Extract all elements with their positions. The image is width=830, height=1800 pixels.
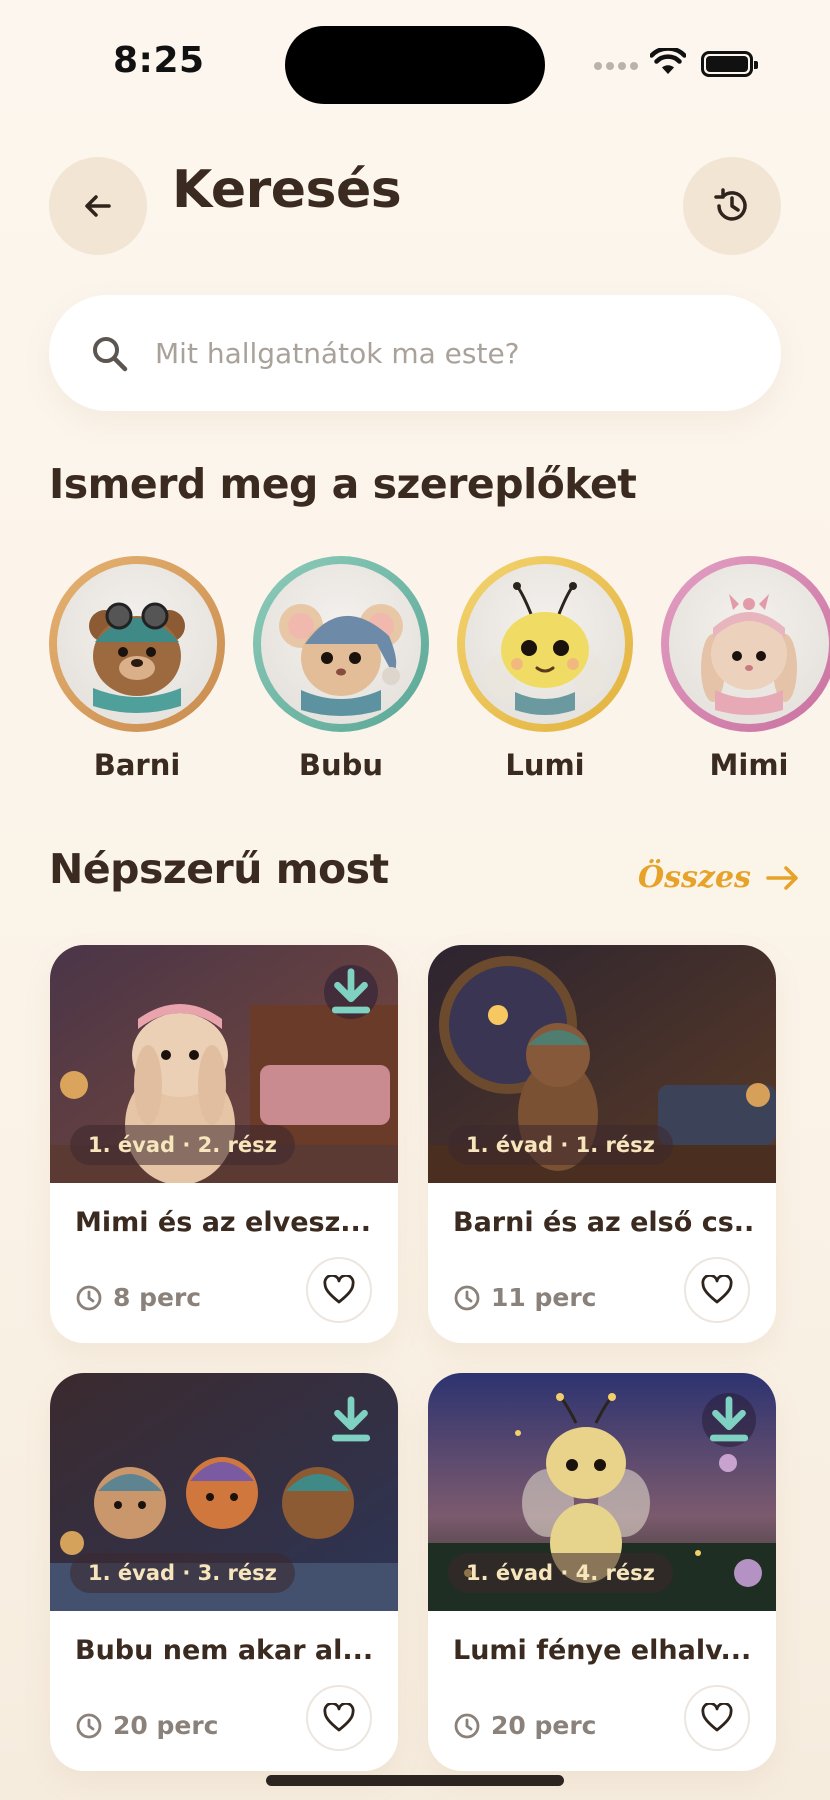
search-input[interactable] bbox=[155, 330, 715, 376]
story-duration: 11 perc bbox=[453, 1283, 597, 1312]
story-title: Mimi és az elvesz... bbox=[75, 1207, 372, 1238]
duration-label: 11 perc bbox=[491, 1283, 597, 1312]
duration-label: 20 perc bbox=[491, 1711, 597, 1740]
favorite-button[interactable] bbox=[306, 1685, 372, 1751]
character-name: Barni bbox=[93, 748, 181, 782]
episode-badge: 1. évad · 3. rész bbox=[70, 1553, 295, 1593]
download-icon bbox=[331, 968, 371, 1014]
favorite-button[interactable] bbox=[684, 1257, 750, 1323]
arrow-left-icon bbox=[85, 195, 111, 217]
search-screen: 8:25 Keresés Ismerd meg a szereplőket bbox=[0, 0, 830, 1800]
character-mimi[interactable]: Mimi bbox=[661, 556, 830, 782]
status-time: 8:25 bbox=[113, 40, 205, 81]
characters-section-title: Ismerd meg a szereplőket bbox=[49, 460, 637, 508]
cellular-signal-icon bbox=[594, 62, 638, 72]
episode-badge: 1. évad · 1. rész bbox=[448, 1125, 673, 1165]
character-name: Mimi bbox=[709, 748, 789, 782]
back-button[interactable] bbox=[49, 157, 147, 255]
dynamic-island bbox=[285, 26, 545, 104]
battery-icon bbox=[701, 51, 758, 77]
story-duration: 20 perc bbox=[75, 1711, 219, 1740]
heart-icon bbox=[323, 1275, 355, 1304]
avatar-ring bbox=[253, 556, 429, 732]
barni-avatar bbox=[57, 564, 217, 724]
character-name: Lumi bbox=[505, 748, 585, 782]
avatar-ring bbox=[49, 556, 225, 732]
wifi-icon bbox=[650, 48, 686, 74]
character-barni[interactable]: Barni bbox=[49, 556, 225, 782]
avatar-ring bbox=[457, 556, 633, 732]
story-card[interactable]: 1. évad · 1. rész Barni és az első cs...… bbox=[428, 945, 776, 1343]
story-card[interactable]: 1. évad · 4. rész Lumi fénye elhalv... 2… bbox=[428, 1373, 776, 1771]
home-indicator[interactable] bbox=[266, 1775, 564, 1786]
duration-label: 20 perc bbox=[113, 1711, 219, 1740]
clock-icon bbox=[454, 1713, 480, 1738]
story-duration: 20 perc bbox=[453, 1711, 597, 1740]
see-all-label: Összes bbox=[638, 860, 751, 895]
download-icon bbox=[331, 1396, 371, 1442]
favorite-button[interactable] bbox=[684, 1685, 750, 1751]
mimi-avatar bbox=[669, 564, 829, 724]
download-button[interactable] bbox=[702, 1393, 756, 1447]
see-all-link[interactable]: Összes bbox=[638, 860, 801, 895]
character-name: Bubu bbox=[298, 748, 384, 782]
clock-icon bbox=[76, 1285, 102, 1310]
duration-label: 8 perc bbox=[113, 1283, 202, 1312]
clock-icon bbox=[454, 1285, 480, 1310]
character-bubu[interactable]: Bubu bbox=[253, 556, 429, 782]
story-thumbnail: 1. évad · 2. rész bbox=[50, 945, 398, 1183]
clock-icon bbox=[76, 1713, 102, 1738]
favorite-button[interactable] bbox=[306, 1257, 372, 1323]
lumi-avatar bbox=[465, 564, 625, 724]
story-thumbnail: 1. évad · 4. rész bbox=[428, 1373, 776, 1611]
bubu-avatar bbox=[261, 564, 421, 724]
story-duration: 8 perc bbox=[75, 1283, 201, 1312]
episode-badge: 1. évad · 2. rész bbox=[70, 1125, 295, 1165]
story-card[interactable]: 1. évad · 2. rész Mimi és az elvesz... 8… bbox=[50, 945, 398, 1343]
page-title: Keresés bbox=[172, 160, 402, 220]
story-thumbnail: 1. évad · 1. rész bbox=[428, 945, 776, 1183]
story-title: Lumi fénye elhalv... bbox=[453, 1635, 752, 1666]
heart-icon bbox=[701, 1275, 733, 1304]
story-title: Barni és az első cs... bbox=[453, 1207, 753, 1238]
download-icon bbox=[709, 1396, 749, 1442]
status-bar: 8:25 bbox=[0, 0, 830, 120]
download-button[interactable] bbox=[324, 1393, 378, 1447]
story-card[interactable]: 1. évad · 3. rész Bubu nem akar al... 20… bbox=[50, 1373, 398, 1771]
character-lumi[interactable]: Lumi bbox=[457, 556, 633, 782]
heart-icon bbox=[701, 1703, 733, 1732]
story-title: Bubu nem akar al... bbox=[75, 1635, 374, 1666]
history-button[interactable] bbox=[683, 157, 781, 255]
download-button[interactable] bbox=[324, 965, 378, 1019]
popular-section-title: Népszerű most bbox=[49, 845, 389, 893]
story-thumbnail: 1. évad · 3. rész bbox=[50, 1373, 398, 1611]
search-icon bbox=[93, 337, 128, 372]
episode-badge: 1. évad · 4. rész bbox=[448, 1553, 673, 1593]
avatar-ring bbox=[661, 556, 830, 732]
history-icon bbox=[714, 188, 747, 221]
arrow-right-icon bbox=[766, 865, 798, 890]
heart-icon bbox=[323, 1703, 355, 1732]
